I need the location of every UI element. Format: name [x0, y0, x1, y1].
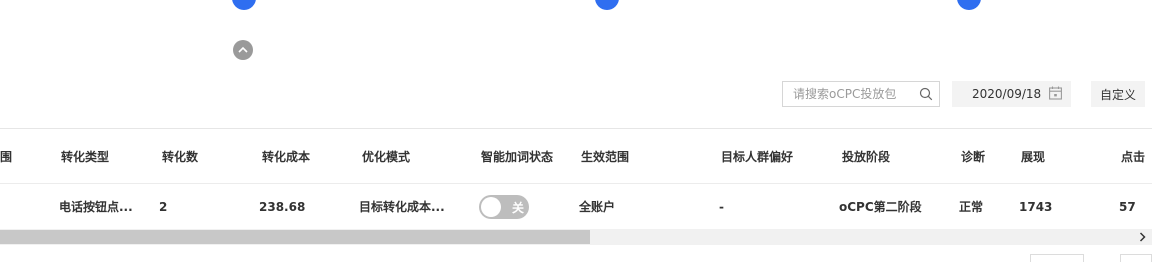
cell-conversion-type: 电话按钮点...	[59, 200, 133, 214]
collapse-button[interactable]	[233, 40, 253, 60]
header-target-audience: 目标人群偏好	[721, 150, 794, 164]
cell-diagnosis: 正常	[959, 200, 984, 214]
table-divider	[0, 128, 1152, 129]
cell-delivery-stage: oCPC第二阶段	[839, 200, 922, 214]
header-delivery-stage: 投放阶段	[842, 150, 891, 164]
step-dot-3	[957, 0, 981, 10]
header-impressions: 展现	[1021, 150, 1046, 164]
custom-columns-button[interactable]: 自定义	[1091, 81, 1145, 107]
cell-conversion-cost: 238.68	[259, 200, 306, 214]
scroll-right-button[interactable]	[1136, 229, 1148, 245]
cell-optimize-mode: 目标转化成本...	[359, 200, 445, 214]
header-conversion-type: 转化类型	[61, 150, 110, 164]
page-size-select[interactable]	[1030, 254, 1084, 262]
calendar-icon	[1049, 86, 1062, 100]
header-conversions: 转化数	[162, 150, 199, 164]
date-picker[interactable]: 2020/09/18	[952, 81, 1071, 107]
table-row-divider	[0, 183, 1152, 184]
collapse-up-icon	[238, 46, 248, 53]
cell-impressions: 1743	[1019, 200, 1053, 214]
cell-target-audience: -	[719, 200, 724, 214]
header-effective-scope: 生效范围	[581, 150, 630, 164]
smart-keyword-toggle[interactable]: 关	[479, 195, 529, 219]
pagination-button[interactable]	[1120, 254, 1152, 262]
header-conversion-cost: 转化成本	[262, 150, 311, 164]
step-dot-1	[232, 0, 256, 10]
step-dot-2	[595, 0, 619, 10]
header-diagnosis: 诊断	[961, 150, 986, 164]
header-optimize-mode: 优化模式	[362, 150, 411, 164]
toggle-label: 关	[511, 201, 524, 215]
header-smart-keyword: 智能加词状态	[481, 150, 554, 164]
cell-effective-scope: 全账户	[579, 200, 616, 214]
cell-conversions: 2	[159, 200, 168, 214]
search-input[interactable]	[783, 82, 911, 106]
header-clicks: 点击	[1121, 150, 1146, 164]
chevron-right-icon	[1139, 232, 1146, 242]
search-box	[782, 81, 940, 107]
cell-clicks: 57	[1119, 200, 1136, 214]
header-range-partial: 围	[0, 150, 13, 164]
scrollbar-thumb[interactable]	[0, 230, 590, 244]
date-value: 2020/09/18	[972, 87, 1042, 101]
search-icon[interactable]	[919, 87, 933, 101]
toggle-knob	[481, 197, 501, 217]
